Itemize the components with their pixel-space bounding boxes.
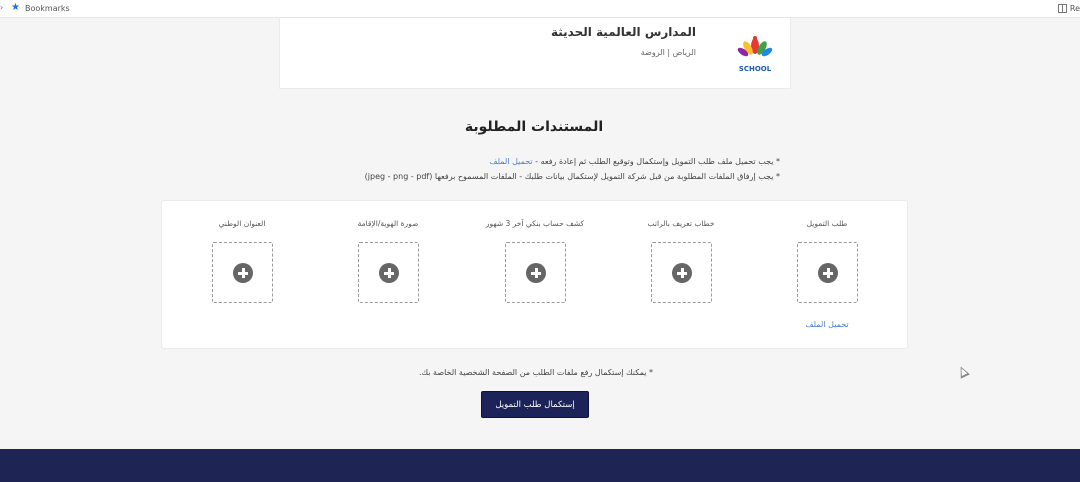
bookmarks-label[interactable]: Bookmarks xyxy=(25,3,70,14)
upload-salary-letter[interactable] xyxy=(651,242,712,303)
instruction-line-1: * يجب تحميل ملف طلب التمويل وإستكمال وتو… xyxy=(365,154,780,169)
bookmarks-scroll-icon[interactable]: › xyxy=(0,3,3,12)
profile-upload-note: * يمكنك إستكمال رفع ملفات الطلب من الصفح… xyxy=(418,368,654,377)
instruction-text-1: * يجب تحميل ملف طلب التمويل وإستكمال وتو… xyxy=(532,157,780,166)
school-logo-text: SCHOOL xyxy=(739,65,772,73)
bookmarks-bar: › ★ Bookmarks Re xyxy=(0,0,1080,18)
instructions: * يجب تحميل ملف طلب التمويل وإستكمال وتو… xyxy=(365,154,780,184)
reading-list-label[interactable]: Re xyxy=(1070,3,1080,14)
download-finance-form-link[interactable]: تحميل الملف xyxy=(795,320,859,329)
doc-label-bank-statement: كشف حساب بنكي آخر 3 شهور xyxy=(485,219,585,228)
plus-circle-icon xyxy=(818,263,838,283)
plus-circle-icon xyxy=(526,263,546,283)
upload-national-address[interactable] xyxy=(212,242,273,303)
plus-circle-icon xyxy=(379,263,399,283)
school-logo: SCHOOL xyxy=(737,36,773,73)
page-footer xyxy=(0,449,1080,482)
instruction-line-2: * يجب إرفاق الملفات المطلوبة من قبل شركة… xyxy=(364,172,780,181)
download-file-link[interactable]: تحميل الملف xyxy=(489,157,532,166)
school-header-card xyxy=(279,18,791,89)
school-location: الرياض | الروضة xyxy=(640,48,696,57)
reading-list-icon[interactable] xyxy=(1058,4,1067,13)
doc-label-id-copy: صورة الهوية/الإقامة xyxy=(357,219,419,228)
doc-label-salary-letter: خطاب تعريف بالراتب xyxy=(647,219,715,228)
school-name: المدارس العالمية الحديثة xyxy=(550,25,696,39)
upload-bank-statement[interactable] xyxy=(505,242,566,303)
upload-id-copy[interactable] xyxy=(358,242,419,303)
plus-circle-icon xyxy=(233,263,253,283)
star-icon: ★ xyxy=(11,2,20,13)
plus-circle-icon xyxy=(672,263,692,283)
doc-label-national-address: العنوان الوطني xyxy=(218,219,266,228)
upload-finance-request[interactable] xyxy=(797,242,858,303)
continue-finance-request-button[interactable]: إستكمال طلب التمويل xyxy=(481,391,589,418)
page-title: المستندات المطلوبة xyxy=(464,119,604,135)
doc-label-finance-request: طلب التمويل xyxy=(806,219,848,228)
